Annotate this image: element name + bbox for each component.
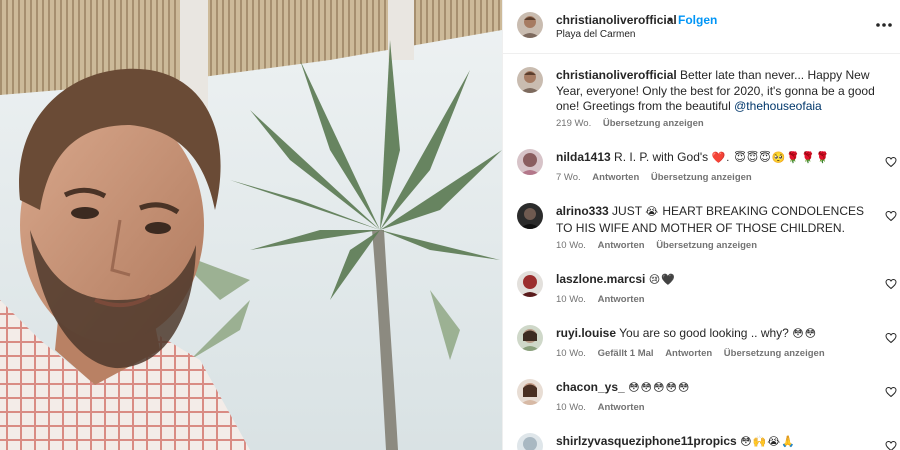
comment-meta: 10 Wo. Antworten [556,294,654,305]
heart-icon[interactable] [885,210,897,222]
comment-text: chacon_ys_ 😳😳😳😳😳 [556,380,876,397]
caption-meta: 219 Wo. Übersetzung anzeigen [556,118,713,129]
comment-meta: 7 Wo. Antworten Übersetzung anzeigen [556,172,761,183]
avatar[interactable] [517,379,543,405]
location-link[interactable]: Playa del Carmen [556,29,635,40]
caption-text: christianoliverofficial Better late than… [556,68,892,115]
comment-emoji: 😳😳 [792,328,818,340]
heart-icon[interactable] [885,332,897,344]
avatar[interactable] [517,67,543,93]
translate-button[interactable]: Übersetzung anzeigen [724,348,825,359]
heart-icon[interactable] [885,440,897,450]
comment-text: alrino333 JUST 😭 HEART BREAKING CONDOLEN… [556,204,868,236]
avatar[interactable] [517,203,543,229]
comment-username[interactable]: chacon_ys_ [556,380,625,394]
comment-age: 10 Wo. [556,402,586,413]
comment-body: JUST [612,204,642,218]
instagram-post: christianoliverofficial • Folgen Playa d… [0,0,900,450]
comment-text: laszlone.marcsi 😢🖤 [556,272,876,289]
comment-age: 10 Wo. [556,294,586,305]
comment-meta: 10 Wo. Antworten Übersetzung anzeigen [556,240,766,251]
comment-username[interactable]: laszlone.marcsi [556,272,645,286]
comment-emoji: 😳🙌😭🙏 [740,436,796,448]
separator-dot: • [668,13,673,27]
more-horizontal-icon[interactable] [873,15,895,35]
post-photo[interactable] [0,0,502,450]
avatar[interactable] [517,149,543,175]
comment-username[interactable]: alrino333 [556,204,609,218]
reply-button[interactable]: Antworten [598,240,645,251]
comment-age: 10 Wo. [556,348,586,359]
likes-count[interactable]: Gefällt 1 Mal [598,348,654,359]
heart-icon[interactable] [885,156,897,168]
avatar[interactable] [517,433,543,450]
heart-icon[interactable] [885,386,897,398]
comment-body: You are so good looking .. why? [619,326,789,340]
avatar[interactable] [517,325,543,351]
post-header: christianoliverofficial • Folgen Playa d… [503,0,900,54]
comment-text: ruyi.louise You are so good looking .. w… [556,326,876,343]
comment-text: shirlzyvasqueziphone11propics 😳🙌😭🙏 [556,434,876,450]
heart-icon[interactable] [885,278,897,290]
comment-text: nilda1413 R. I. P. with God's ❤️. 😇😇😇🥺🌹🌹… [556,150,876,167]
comment-username[interactable]: ruyi.louise [556,326,616,340]
caption-age: 219 Wo. [556,118,592,129]
reply-button[interactable]: Antworten [598,402,645,413]
comment-username[interactable]: nilda1413 [556,150,611,164]
reply-button[interactable]: Antworten [665,348,712,359]
comment-username[interactable]: shirlzyvasqueziphone11propics [556,434,737,448]
comment-body: R. I. P. with God's [614,150,709,164]
avatar[interactable] [517,271,543,297]
comment-emoji: ❤️. 😇😇😇🥺🌹🌹🌹 [711,152,831,164]
comment-meta: 10 Wo. Gefällt 1 Mal Antworten Übersetzu… [556,348,834,359]
selfie-photo [0,0,502,450]
reply-button[interactable]: Antworten [592,172,639,183]
comment-meta: 10 Wo. Antworten [556,402,654,413]
comment-age: 10 Wo. [556,240,586,251]
follow-button[interactable]: Folgen [678,13,717,27]
comment-emoji: 😢🖤 [648,274,676,286]
translate-button[interactable]: Übersetzung anzeigen [656,240,757,251]
post-details-panel: christianoliverofficial • Folgen Playa d… [502,0,900,450]
translate-button[interactable]: Übersetzung anzeigen [651,172,752,183]
reply-button[interactable]: Antworten [598,294,645,305]
comment-emoji: 😳😳😳😳😳 [628,382,691,394]
comment-emoji: 😭 [645,206,660,218]
translate-button[interactable]: Übersetzung anzeigen [603,118,704,129]
mention-link[interactable]: @thehouseofaia [734,99,822,113]
author-username[interactable]: christianoliverofficial [556,13,677,27]
comment-age: 7 Wo. [556,172,581,183]
avatar[interactable] [517,12,543,38]
caption-username[interactable]: christianoliverofficial [556,68,677,82]
